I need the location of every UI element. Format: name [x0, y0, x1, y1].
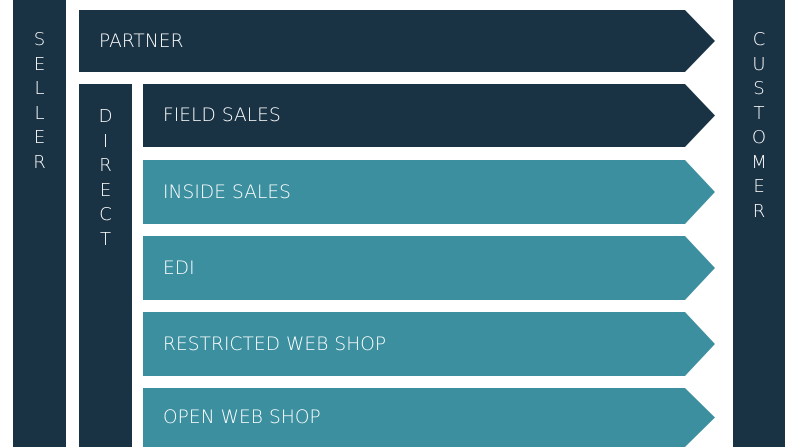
partner-channel-label: PARTNER	[99, 30, 184, 52]
open-web-shop-channel-label: OPEN WEB SHOP	[163, 407, 321, 428]
restricted-web-shop-channel-label: RESTRICTED WEB SHOP	[163, 333, 387, 355]
edi-channel-label: EDI	[163, 257, 195, 279]
seller-label: SELLER	[33, 29, 46, 173]
inside-sales-channel-label: INSIDE SALES	[163, 181, 291, 203]
customer-bar: CUSTOMER	[733, 0, 785, 447]
field-sales-channel-arrow: FIELD SALES	[143, 84, 715, 147]
direct-bar: DIRECT	[79, 84, 132, 447]
restricted-web-shop-channel-arrow: RESTRICTED WEB SHOP	[143, 312, 715, 376]
open-web-shop-channel-arrow: OPEN WEB SHOP	[143, 388, 715, 447]
field-sales-channel-label: FIELD SALES	[163, 105, 281, 126]
inside-sales-channel-arrow: INSIDE SALES	[143, 160, 715, 224]
edi-channel-arrow: EDI	[143, 236, 715, 300]
seller-bar: SELLER	[13, 0, 66, 447]
direct-label: DIRECT	[98, 106, 113, 250]
customer-label: CUSTOMER	[751, 29, 767, 222]
partner-channel-arrow: PARTNER	[79, 10, 715, 72]
